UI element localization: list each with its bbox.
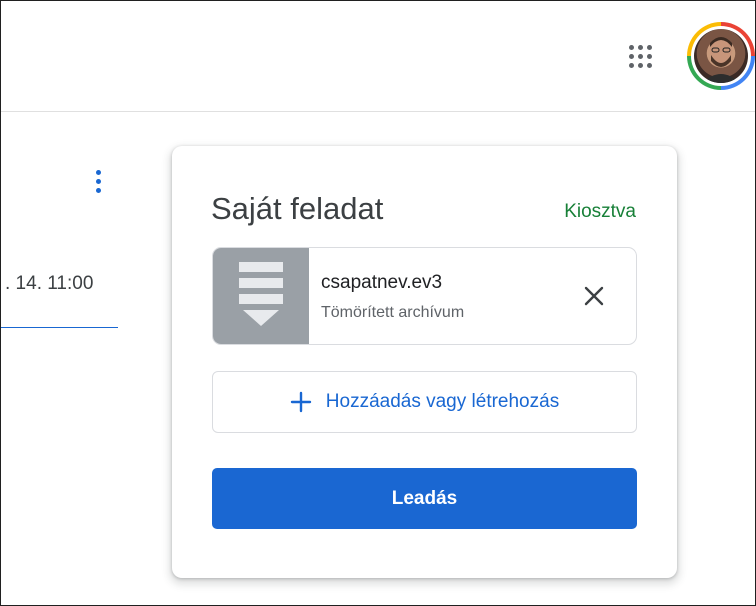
avatar [694, 29, 748, 83]
apps-grid-icon [628, 44, 652, 68]
google-apps-button[interactable] [621, 37, 659, 75]
classroom-window: . 14. 11:00 Saját feladat Kiosztva csapa… [0, 0, 756, 606]
attachment-type: Tömörített archívum [321, 304, 465, 321]
submit-button[interactable]: Leadás [212, 468, 637, 529]
plus-icon [290, 391, 311, 413]
remove-attachment-button[interactable] [576, 278, 612, 314]
more-vert-icon[interactable] [86, 161, 110, 201]
tab-underline [1, 327, 118, 328]
your-work-card: Saját feladat Kiosztva csapatnev.ev3 Töm… [172, 146, 677, 578]
card-title: Saját feladat [211, 191, 384, 226]
due-date-text: . 14. 11:00 [5, 273, 94, 294]
add-or-create-button[interactable]: Hozzáadás vagy létrehozás [212, 371, 637, 433]
archive-file-icon [213, 248, 309, 344]
attachment-item[interactable]: csapatnev.ev3 Tömörített archívum [212, 247, 637, 345]
close-icon [584, 286, 604, 306]
top-app-bar [1, 1, 755, 112]
status-badge: Kiosztva [564, 201, 636, 222]
submit-label: Leadás [391, 487, 458, 509]
add-or-create-label: Hozzáadás vagy létrehozás [325, 391, 560, 412]
account-avatar-button[interactable] [687, 22, 755, 90]
attachment-name: csapatnev.ev3 [321, 272, 443, 293]
